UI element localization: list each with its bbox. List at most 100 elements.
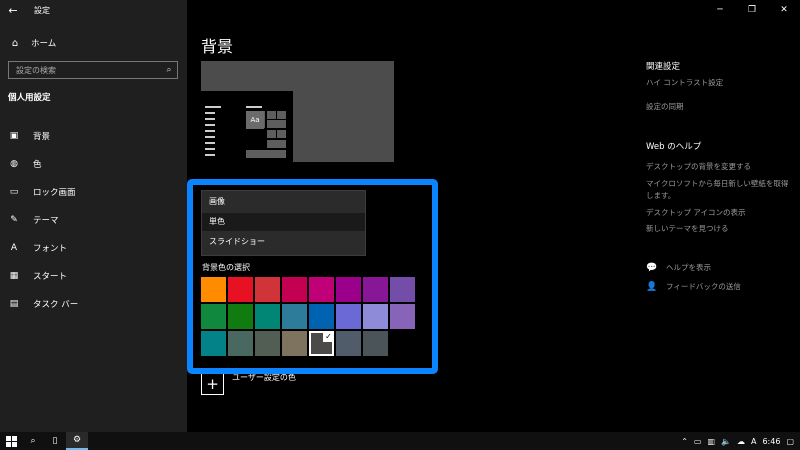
sidebar-item-background[interactable]: ▣ 背景: [0, 122, 187, 150]
color-swatch[interactable]: [228, 277, 253, 302]
custom-color-label: ユーザー設定の色: [232, 373, 296, 382]
get-help-link[interactable]: 💬 ヘルプを表示: [646, 262, 711, 273]
preview-icon-line: [205, 142, 215, 144]
color-swatch[interactable]: [390, 277, 415, 302]
custom-color-button[interactable]: + ユーザー設定の色: [201, 372, 296, 395]
color-swatch[interactable]: [336, 277, 361, 302]
help-link-desktop-icons[interactable]: デスクトップ アイコンの表示: [646, 207, 746, 218]
battery-icon[interactable]: ▭: [694, 437, 702, 446]
picture-icon: ▣: [9, 131, 19, 141]
windows-logo-icon: [5, 435, 17, 447]
close-button[interactable]: ✕: [768, 0, 800, 20]
preview-icon-line: [205, 136, 215, 138]
title-bar: ← 設定: [0, 0, 187, 20]
back-button[interactable]: ←: [0, 0, 26, 20]
sidebar-item-lock-screen[interactable]: ▭ ロック画面: [0, 178, 187, 206]
restore-button[interactable]: ❐: [736, 0, 768, 20]
preview-tile: [277, 130, 286, 138]
sidebar-item-start[interactable]: ▦ スタート: [0, 262, 187, 290]
sidebar-nav: ▣ 背景 ◍ 色 ▭ ロック画面 ✎ テーマ A フォント ▦ スタート ▤ タ…: [0, 122, 187, 318]
color-swatch[interactable]: [255, 277, 280, 302]
color-swatch[interactable]: [336, 304, 361, 329]
color-swatch[interactable]: [390, 304, 415, 329]
color-swatch[interactable]: [363, 277, 388, 302]
color-swatch[interactable]: [282, 277, 307, 302]
search-placeholder: 設定の検索: [16, 65, 56, 75]
preview-tile: [267, 140, 286, 148]
preview-icon-line: [205, 148, 215, 150]
notification-icon[interactable]: ▢: [786, 437, 794, 446]
preview-tile: [246, 150, 286, 158]
settings-taskbar-button[interactable]: ⚙: [66, 432, 88, 450]
gear-icon: ⚙: [72, 435, 82, 445]
color-swatch[interactable]: ✓: [309, 331, 334, 356]
color-swatch[interactable]: [282, 331, 307, 356]
sidebar-item-fonts[interactable]: A フォント: [0, 234, 187, 262]
home-icon: ⌂: [11, 37, 19, 49]
search-icon[interactable]: ⌕: [161, 65, 177, 75]
volume-icon[interactable]: 🔈: [721, 437, 731, 446]
monitor-icon: ▭: [9, 187, 19, 197]
dropdown-option-solid-color[interactable]: 単色: [202, 213, 365, 231]
preview-icon-line: [246, 106, 262, 108]
dropdown-option-slideshow[interactable]: スライドショー: [202, 233, 365, 251]
home-label: ホーム: [31, 39, 57, 49]
preview-icon-line: [205, 106, 221, 108]
high-contrast-link[interactable]: ハイ コントラスト設定: [646, 77, 723, 88]
dropdown-option-picture[interactable]: 画像: [202, 193, 365, 211]
back-arrow-icon: ←: [8, 3, 18, 17]
search-input[interactable]: 設定の検索 ⌕: [8, 61, 178, 79]
theme-icon: ✎: [10, 215, 18, 225]
sync-settings-link[interactable]: 設定の同期: [646, 101, 684, 112]
checkmark-icon: ✓: [323, 331, 334, 342]
feedback-link[interactable]: 👤 フィードバックの送信: [646, 281, 740, 292]
color-swatch[interactable]: [255, 304, 280, 329]
color-swatch[interactable]: [282, 304, 307, 329]
preview-tile: [267, 111, 276, 119]
color-swatch[interactable]: [201, 331, 226, 356]
help-link-daily-wallpaper-cont[interactable]: します。: [646, 190, 675, 201]
color-swatch[interactable]: [309, 277, 334, 302]
preview-icon-line: [205, 112, 215, 114]
sidebar-item-label: 背景: [33, 132, 51, 142]
help-link-change-background[interactable]: デスクトップの背景を変更する: [646, 161, 751, 172]
network-icon[interactable]: ▥: [707, 437, 715, 446]
preview-icon-line: [205, 154, 215, 156]
background-type-dropdown[interactable]: 画像 単色 スライドショー: [201, 190, 366, 256]
restore-icon: ❐: [747, 5, 757, 15]
page-title: 背景: [201, 37, 234, 56]
web-help-heading: Web のヘルプ: [646, 142, 702, 152]
clock[interactable]: 6:46: [762, 437, 780, 446]
sidebar-item-taskbar[interactable]: ▤ タスク バー: [0, 290, 187, 318]
color-swatch[interactable]: [363, 331, 388, 356]
sidebar-item-label: 色: [33, 160, 42, 170]
ime-indicator[interactable]: A: [751, 437, 756, 446]
sidebar-item-label: タスク バー: [33, 300, 79, 310]
color-swatch[interactable]: [201, 304, 226, 329]
color-swatch[interactable]: [363, 304, 388, 329]
color-swatch[interactable]: [228, 304, 253, 329]
help-link-daily-wallpaper[interactable]: マイクロソフトから毎日新しい壁紙を取得: [646, 178, 788, 189]
start-button[interactable]: [0, 432, 22, 450]
feedback-icon: 👤: [646, 281, 658, 292]
search-taskbar-button[interactable]: ⌕: [22, 432, 44, 450]
minimize-button[interactable]: ─: [704, 0, 736, 20]
color-swatch[interactable]: [255, 331, 280, 356]
related-settings-heading: 関連設定: [646, 62, 681, 72]
help-chat-icon: 💬: [646, 262, 658, 273]
color-swatch[interactable]: [336, 331, 361, 356]
task-view-button[interactable]: ▯: [44, 432, 66, 450]
help-link-find-themes[interactable]: 新しいテーマを見つける: [646, 223, 729, 234]
onedrive-icon[interactable]: ☁: [737, 437, 745, 446]
color-swatch[interactable]: [228, 331, 253, 356]
color-swatch[interactable]: [201, 277, 226, 302]
sidebar-item-label: ロック画面: [33, 188, 76, 198]
chevron-up-icon[interactable]: ⌃: [681, 437, 688, 446]
sidebar: ← 設定 ⌂ ホーム 設定の検索 ⌕ 個人用設定 ▣ 背景 ◍ 色 ▭ ロック画…: [0, 0, 187, 432]
get-help-label: ヘルプを表示: [666, 263, 711, 272]
sidebar-item-color[interactable]: ◍ 色: [0, 150, 187, 178]
home-link[interactable]: ⌂ ホーム: [8, 36, 56, 50]
color-swatch-grid: ✓: [201, 277, 415, 356]
color-swatch[interactable]: [309, 304, 334, 329]
sidebar-item-themes[interactable]: ✎ テーマ: [0, 206, 187, 234]
